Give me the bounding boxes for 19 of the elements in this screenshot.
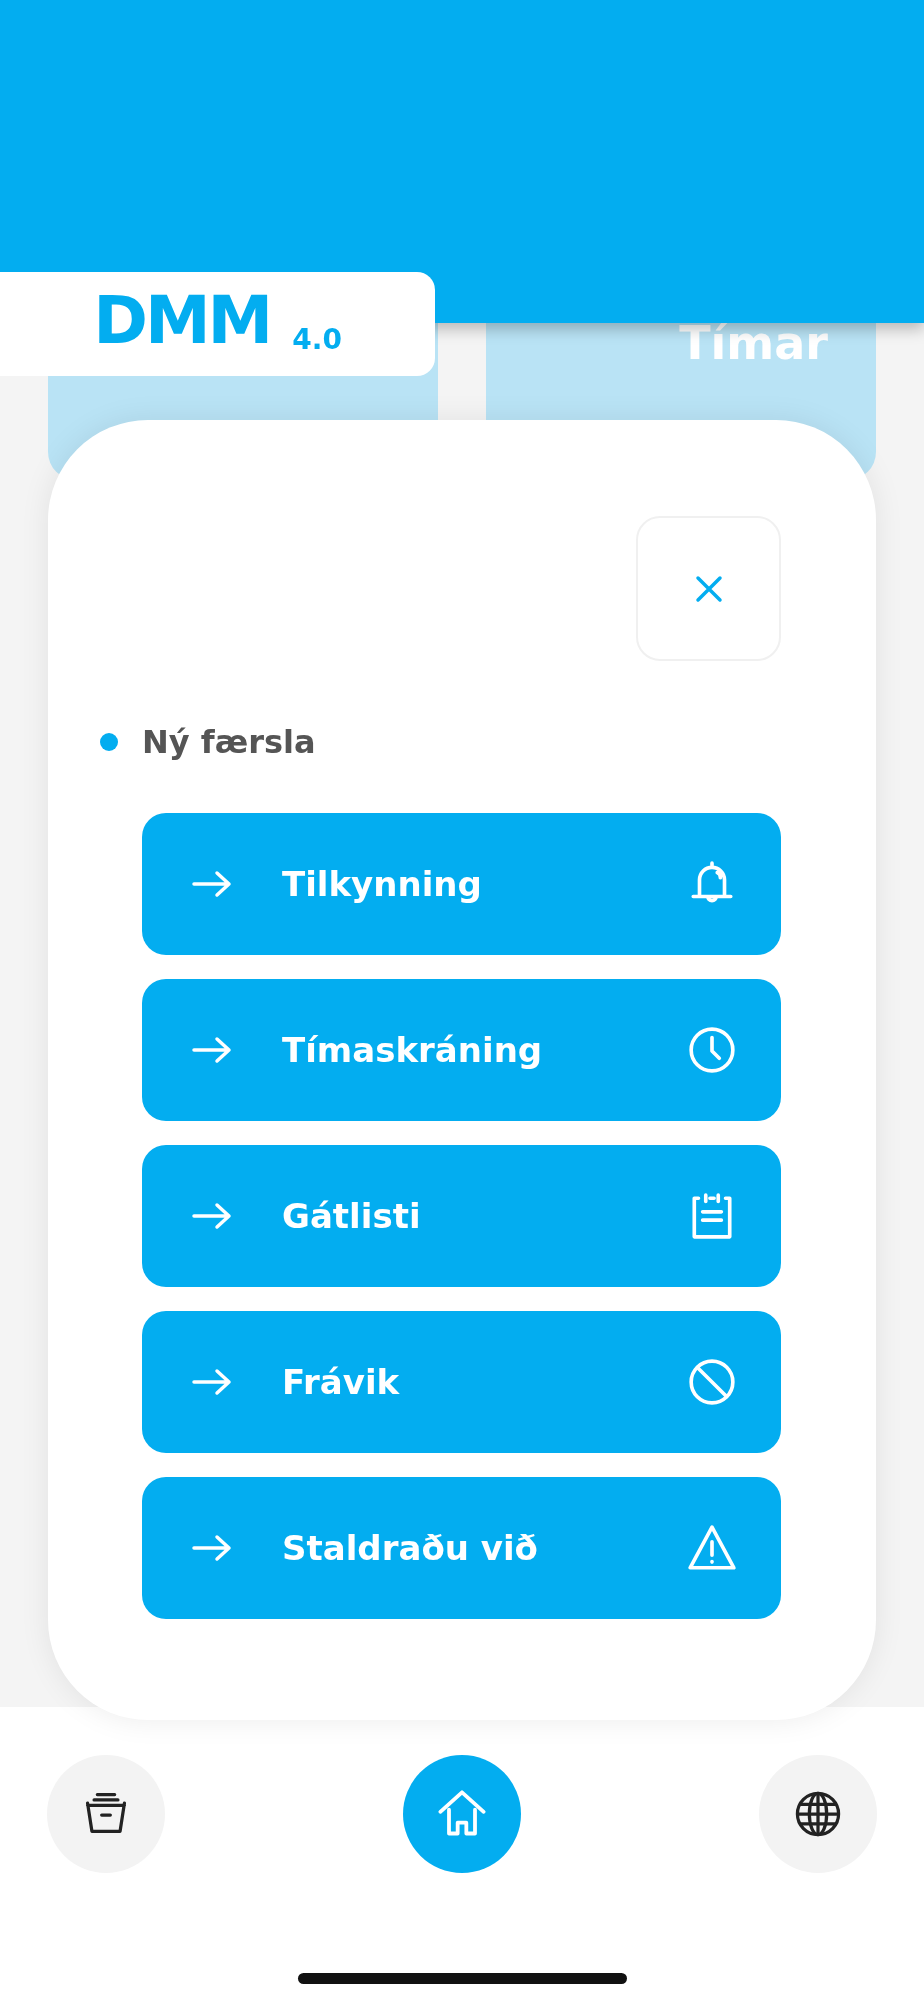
ban-icon xyxy=(687,1357,737,1407)
version-text: 4.0 xyxy=(292,326,342,354)
clock-icon xyxy=(687,1025,737,1075)
action-button[interactable]: Tímaskráning xyxy=(142,979,781,1121)
logo-text: DMM xyxy=(93,288,271,354)
action-button[interactable]: Staldraðu við xyxy=(142,1477,781,1619)
arrow-icon xyxy=(192,1367,232,1397)
action-button[interactable]: Gátlisti xyxy=(142,1145,781,1287)
close-icon xyxy=(693,573,724,604)
arrow-icon xyxy=(192,1201,232,1231)
arrow-icon xyxy=(192,869,232,899)
arrow-icon xyxy=(192,1533,232,1563)
section-title: Ný færsla xyxy=(142,723,316,761)
card-title: Tímar xyxy=(679,320,828,366)
action-button[interactable]: Frávik xyxy=(142,1311,781,1453)
action-button[interactable]: Tilkynning xyxy=(142,813,781,955)
warning-icon xyxy=(687,1523,737,1573)
arrow-icon xyxy=(192,1035,232,1065)
bullet-dot xyxy=(100,733,118,751)
